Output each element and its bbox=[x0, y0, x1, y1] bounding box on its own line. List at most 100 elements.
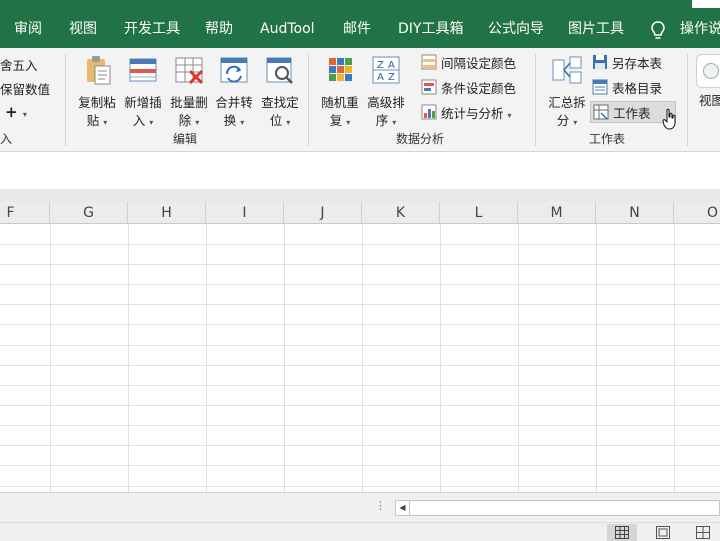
formula-bar-gap bbox=[0, 189, 720, 202]
advanced-sort-label-1: 高级排 bbox=[367, 95, 405, 110]
column-header[interactable]: N bbox=[596, 202, 674, 224]
round-item[interactable]: 舍五入 bbox=[0, 55, 38, 74]
insert-label-1: 新增插 bbox=[124, 95, 162, 110]
tab-diy-toolbox[interactable]: DIY工具箱 bbox=[398, 0, 463, 48]
find-locate-icon bbox=[266, 57, 293, 84]
column-header[interactable]: I bbox=[206, 202, 284, 224]
copy-paste-button[interactable]: 复制粘 贴 ▾ bbox=[74, 54, 120, 128]
stats-icon bbox=[421, 104, 437, 120]
circle-icon bbox=[703, 63, 719, 79]
tab-tell-me[interactable]: 操作说 bbox=[680, 0, 720, 48]
merge-convert-label-1: 合并转 bbox=[215, 95, 253, 110]
sheet-tab-bar: ⋮ ◀ bbox=[0, 492, 720, 522]
batch-delete-label-2: 除 ▾ bbox=[178, 113, 200, 128]
interval-color-label: 间隔设定颜色 bbox=[441, 56, 517, 71]
keep-value-item[interactable]: 保留数值 bbox=[0, 79, 50, 98]
summary-split-icon bbox=[552, 56, 582, 84]
worksheet-icon bbox=[593, 104, 609, 120]
table-catalog-label: 表格目录 bbox=[612, 81, 663, 96]
batch-delete-button[interactable]: 批量删 除 ▾ bbox=[166, 54, 212, 128]
merge-convert-button[interactable]: 合并转 换 ▾ bbox=[211, 54, 257, 128]
column-header-row: F G H I J K L M N O bbox=[0, 202, 720, 224]
column-header[interactable]: J bbox=[284, 202, 362, 224]
normal-view-button[interactable] bbox=[607, 524, 637, 541]
tab-mail[interactable]: 邮件 bbox=[343, 0, 371, 48]
page-break-view-button[interactable] bbox=[688, 524, 718, 541]
random-repeat-label-2: 复 ▾ bbox=[329, 113, 351, 128]
group-divider bbox=[308, 54, 309, 146]
advanced-sort-button[interactable]: Z A A Z 高级排 序 ▾ bbox=[363, 54, 409, 128]
group-label-data-analysis: 数据分析 bbox=[396, 132, 445, 146]
table-catalog-icon bbox=[592, 79, 608, 95]
group-label-edit: 编辑 bbox=[173, 132, 198, 146]
copy-paste-label-1: 复制粘 bbox=[78, 95, 116, 110]
interval-color-icon bbox=[421, 54, 437, 70]
column-header[interactable]: M bbox=[518, 202, 596, 224]
advanced-sort-label-2: 序 ▾ bbox=[375, 113, 397, 128]
find-locate-label-1: 查找定 bbox=[261, 95, 299, 110]
merge-convert-icon bbox=[220, 57, 248, 83]
add-dropdown[interactable]: + ▾ bbox=[5, 103, 27, 121]
plus-icon: + bbox=[5, 103, 18, 121]
save-sheet-label: 另存本表 bbox=[612, 56, 663, 71]
save-sheet-icon bbox=[593, 55, 607, 69]
svg-text:A: A bbox=[377, 72, 384, 83]
group-divider bbox=[65, 54, 66, 146]
delete-table-icon bbox=[175, 57, 204, 85]
column-header[interactable]: G bbox=[50, 202, 128, 224]
group-divider bbox=[687, 54, 688, 146]
group-label-left: 入 bbox=[0, 132, 13, 146]
svg-text:Z: Z bbox=[388, 72, 395, 83]
condition-color-label: 条件设定颜色 bbox=[441, 81, 517, 96]
group-divider bbox=[535, 54, 536, 146]
insert-button[interactable]: 新增插 入 ▾ bbox=[120, 54, 166, 128]
condition-color-icon bbox=[421, 79, 437, 95]
normal-view-icon bbox=[615, 526, 629, 539]
scroll-left-icon[interactable]: ◀ bbox=[396, 501, 410, 515]
status-bar bbox=[0, 522, 720, 541]
summary-split-button[interactable]: 汇总拆 分 ▾ bbox=[544, 54, 590, 128]
column-header[interactable]: O bbox=[674, 202, 720, 224]
batch-delete-label-1: 批量删 bbox=[170, 95, 208, 110]
column-header[interactable]: K bbox=[362, 202, 440, 224]
stats-analysis-label: 统计与分析 ▾ bbox=[441, 106, 512, 121]
page-layout-view-button[interactable] bbox=[648, 524, 678, 541]
page-break-icon bbox=[696, 526, 710, 539]
random-repeat-button[interactable]: 随机重 复 ▾ bbox=[317, 54, 363, 128]
tab-picture-tools[interactable]: 图片工具 bbox=[568, 0, 624, 48]
tab-developer[interactable]: 开发工具 bbox=[124, 0, 180, 48]
tab-view[interactable]: 视图 bbox=[69, 0, 97, 48]
column-header[interactable]: F bbox=[0, 202, 50, 224]
random-repeat-label-1: 随机重 bbox=[321, 95, 359, 110]
lightbulb-icon[interactable] bbox=[650, 20, 666, 42]
svg-text:A: A bbox=[388, 60, 395, 71]
paste-icon bbox=[87, 56, 111, 85]
split-handle-icon[interactable]: ⋮ bbox=[375, 499, 386, 512]
group-label-worksheet: 工作表 bbox=[589, 132, 626, 146]
worksheet-label: 工作表 bbox=[613, 106, 651, 121]
summary-split-label-2: 分 ▾ bbox=[556, 113, 578, 128]
svg-text:Z: Z bbox=[377, 60, 384, 71]
merge-convert-label-2: 换 ▾ bbox=[223, 113, 245, 128]
column-header[interactable]: H bbox=[128, 202, 206, 224]
tab-audtool[interactable]: AudTool bbox=[260, 0, 315, 48]
find-locate-label-2: 位 ▾ bbox=[269, 113, 291, 128]
mouse-cursor-icon bbox=[662, 108, 676, 130]
chevron-down-icon: ▾ bbox=[22, 110, 27, 119]
insert-label-2: 入 ▾ bbox=[132, 113, 154, 128]
tab-help[interactable]: 帮助 bbox=[205, 0, 233, 48]
summary-split-label-1: 汇总拆 bbox=[548, 95, 586, 110]
cell-grid[interactable] bbox=[0, 224, 720, 492]
tab-formula-wizard[interactable]: 公式向导 bbox=[488, 0, 544, 48]
view-label[interactable]: 视图 bbox=[699, 90, 720, 109]
tab-review[interactable]: 审阅 bbox=[14, 0, 42, 48]
column-header[interactable]: L bbox=[440, 202, 518, 224]
horizontal-scrollbar[interactable]: ◀ bbox=[395, 500, 720, 516]
view-button-icon[interactable] bbox=[696, 54, 720, 88]
random-repeat-icon bbox=[329, 58, 352, 81]
find-locate-button[interactable]: 查找定 位 ▾ bbox=[257, 54, 303, 128]
insert-row-icon bbox=[129, 58, 157, 82]
ribbon-tab-bar: 审阅 视图 开发工具 帮助 AudTool 邮件 DIY工具箱 公式向导 图片工… bbox=[0, 0, 720, 48]
ribbon: 舍五入 保留数值 + ▾ 入 复制粘 贴 ▾ 新增插 入 ▾ 批量删 除 ▾ 合… bbox=[0, 48, 720, 152]
copy-paste-label-2: 贴 ▾ bbox=[86, 113, 108, 128]
